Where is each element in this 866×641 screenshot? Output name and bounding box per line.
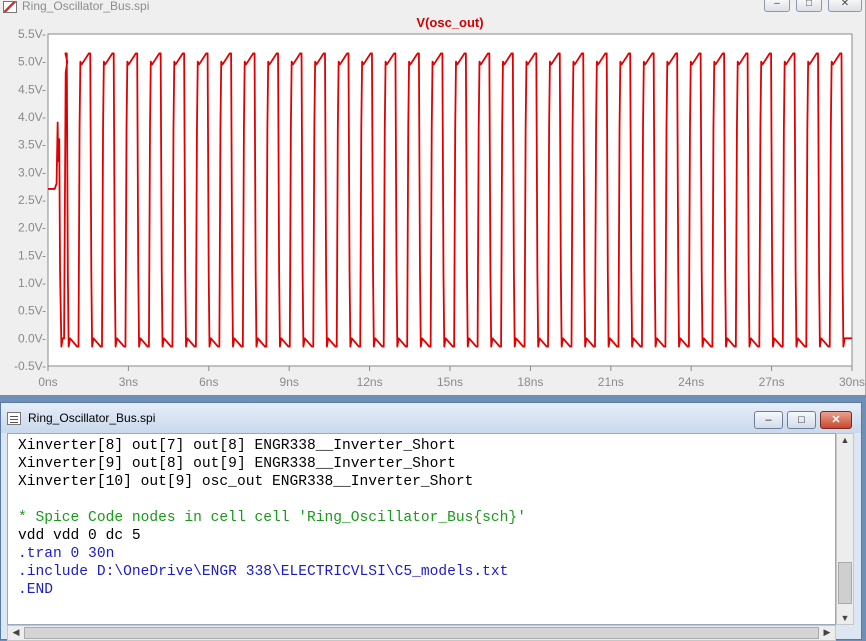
y-tick-label: 2.5V- (18, 193, 46, 207)
y-tick-label: 5.0V- (18, 55, 46, 69)
x-tick-label: 18ns (517, 375, 543, 389)
waveform-app-icon (3, 1, 17, 13)
y-tick-label: 0.5V- (18, 304, 46, 318)
document-icon (7, 412, 21, 425)
netlist-editor[interactable]: Xinverter[8] out[7] out[8] ENGR338__Inve… (7, 433, 836, 625)
netlist-window: Ring_Oscillator_Bus.spi – □ ✕ Xinverter[… (0, 402, 862, 641)
x-tick-label: 27ns (759, 375, 785, 389)
x-tick-label: 15ns (437, 375, 463, 389)
waveform-minimize-button[interactable]: – (764, 0, 790, 12)
x-tick-label: 21ns (598, 375, 624, 389)
chart-title: V(osc_out) (416, 15, 483, 30)
netlist-titlebar: Ring_Oscillator_Bus.spi – □ ✕ (1, 403, 861, 433)
x-tick-label: 6ns (199, 375, 218, 389)
netlist-line: Xinverter[8] out[7] out[8] ENGR338__Inve… (18, 438, 456, 454)
x-tick-label: 30ns (839, 375, 865, 389)
netlist-maximize-button[interactable]: □ (787, 411, 816, 429)
y-tick-label: 5.5V- (18, 27, 46, 41)
waveform-maximize-button[interactable]: □ (796, 0, 822, 12)
x-tick-label: 0ns (38, 375, 57, 389)
scroll-up-icon[interactable]: ▲ (837, 435, 853, 445)
y-tick-label: 1.5V- (18, 248, 46, 262)
scroll-down-icon[interactable]: ▼ (837, 613, 853, 623)
scroll-left-icon[interactable]: ◀ (8, 627, 24, 638)
netlist-line: .tran 0 30n (18, 546, 115, 562)
x-tick-label: 9ns (280, 375, 299, 389)
netlist-line: .END (18, 582, 54, 598)
waveform-close-button[interactable]: ✕ (828, 0, 862, 12)
y-tick-label: 2.0V- (18, 221, 46, 235)
y-tick-label: 4.0V- (18, 110, 46, 124)
waveform-window: Ring_Oscillator_Bus.spi – □ ✕ V(osc_out)… (0, 0, 866, 395)
netlist-line: vdd vdd 0 dc 5 (18, 528, 141, 544)
horizontal-scroll-thumb[interactable] (24, 627, 819, 639)
y-tick-label: 1.0V- (18, 276, 46, 290)
y-tick-label: -0.5V- (14, 359, 46, 373)
x-tick-label: 3ns (119, 375, 138, 389)
netlist-line: Xinverter[9] out[8] out[9] ENGR338__Inve… (18, 456, 456, 472)
waveform-titlebar: Ring_Oscillator_Bus.spi – □ ✕ (0, 0, 865, 14)
horizontal-scrollbar[interactable]: ◀ ▶ (7, 625, 836, 641)
netlist-line: .include D:\OneDrive\ENGR 338\ELECTRICVL… (18, 564, 509, 580)
vertical-scrollbar[interactable]: ▲ ▼ (836, 433, 854, 625)
netlist-line: Xinverter[10] out[9] osc_out ENGR338__In… (18, 474, 474, 490)
waveform-plot[interactable]: V(osc_out) 5.5V- 5.0V- 4.5V- 4.0V- 3.5V- 3.0V-… (0, 14, 866, 394)
y-tick-label: 3.5V- (18, 138, 46, 152)
y-tick-label: 4.5V- (18, 82, 46, 96)
netlist-line: * Spice Code nodes in cell cell 'Ring_Os… (18, 510, 526, 526)
vertical-scroll-thumb[interactable] (838, 562, 852, 604)
plot-area[interactable] (47, 33, 853, 367)
x-tick-label: 24ns (678, 375, 704, 389)
netlist-close-button[interactable]: ✕ (820, 411, 852, 429)
waveform-window-title: Ring_Oscillator_Bus.spi (22, 0, 150, 13)
y-tick-label: 0.0V- (18, 331, 46, 345)
y-tick-label: 3.0V- (18, 165, 46, 179)
netlist-minimize-button[interactable]: – (754, 411, 783, 429)
x-tick-label: 12ns (357, 375, 383, 389)
netlist-window-title: Ring_Oscillator_Bus.spi (28, 411, 156, 425)
scroll-right-icon[interactable]: ▶ (819, 627, 835, 638)
